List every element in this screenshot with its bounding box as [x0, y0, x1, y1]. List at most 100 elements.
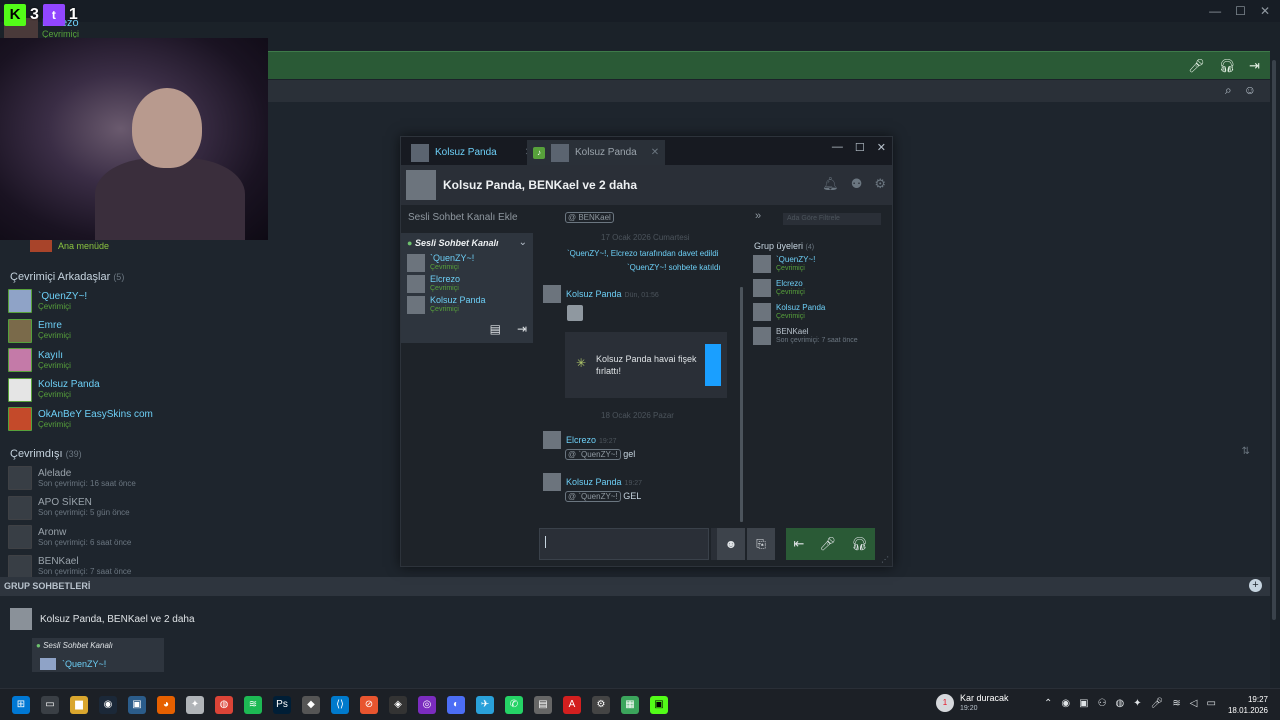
friend-item[interactable]: OkAnBeY EasySkins com Çevrimiçi	[8, 405, 153, 433]
attachment-icon[interactable]: ⎘	[747, 528, 775, 560]
add-friend-icon[interactable]: ☺	[1244, 83, 1256, 98]
mention-tag[interactable]: @ `QuenZY~!	[565, 491, 621, 502]
friends-scrollbar[interactable]	[1272, 60, 1276, 620]
kick-app-icon[interactable]: ▣	[650, 696, 668, 714]
steam-tray-icon[interactable]: ◉	[1061, 698, 1070, 709]
app-tray-icon[interactable]: ▣	[1079, 698, 1088, 709]
leave-voice-icon[interactable]: ⇤	[794, 536, 805, 552]
chevron-down-icon[interactable]: ⌄	[519, 237, 527, 248]
minimize-icon[interactable]: —	[1209, 4, 1221, 18]
app-tray-icon[interactable]: ✦	[1133, 698, 1141, 709]
chat-tab-1[interactable]: Kolsuz Panda ✕	[405, 140, 539, 165]
app-icon[interactable]: ▣	[128, 696, 146, 714]
app-icon[interactable]: ◆	[302, 696, 320, 714]
microphone-icon[interactable]: 🎤︎	[819, 536, 836, 552]
voice-member[interactable]: Elcrezo Çevrimiçi	[407, 274, 460, 293]
task-view-icon[interactable]: ▭	[41, 696, 59, 714]
friend-item[interactable]: Alelade Son çevrimiçi: 16 saat önce	[8, 464, 136, 492]
wifi-icon[interactable]: ≋	[1172, 698, 1180, 709]
chat-tab-2[interactable]: ♪ Kolsuz Panda ✕	[527, 140, 666, 165]
collapse-icon[interactable]: »	[755, 210, 761, 222]
app-tray-icon[interactable]: ◍	[1116, 698, 1125, 709]
leave-voice-icon[interactable]: ⇥	[517, 322, 527, 336]
mention-tag[interactable]: @ BENKael	[565, 212, 614, 223]
maximize-icon[interactable]: ☐	[1235, 4, 1246, 18]
message-author[interactable]: Kolsuz Panda 19:27	[566, 477, 642, 487]
group-member[interactable]: Kolsuz Panda Çevrimiçi	[753, 303, 825, 321]
gear-icon[interactable]: ⚙	[874, 176, 886, 192]
friend-item[interactable]: Aronw Son çevrimiçi: 6 saat önce	[8, 523, 131, 551]
file-explorer-icon[interactable]: ▆	[70, 696, 88, 714]
bell-icon[interactable]: 🔔︎	[822, 176, 839, 192]
windows-start-icon[interactable]: ⊞	[12, 696, 30, 714]
firefox-icon[interactable]: ◕	[157, 696, 175, 714]
avatar[interactable]	[543, 285, 561, 303]
group-chat-item[interactable]: Kolsuz Panda, BENKael ve 2 daha	[10, 608, 195, 630]
message-author[interactable]: Elcrezo 19:27	[566, 435, 617, 445]
vscode-icon[interactable]: ⟨⟩	[331, 696, 349, 714]
avatar[interactable]	[543, 473, 561, 491]
voice-member[interactable]: `QuenZY~! Çevrimiçi	[407, 253, 474, 272]
firework-button[interactable]	[705, 344, 721, 386]
friend-item[interactable]: Kolsuz Panda Çevrimiçi	[8, 376, 100, 404]
microphone-tray-icon[interactable]: 🎤︎	[1151, 698, 1164, 709]
voice-channel[interactable]: ● Sesli Sohbet Kanalı ⌄ `QuenZY~! Çevrimi…	[401, 233, 533, 343]
telegram-icon[interactable]: ✈	[476, 696, 494, 714]
member-filter-input[interactable]: Ada Göre Filtrele	[783, 213, 881, 225]
close-tab-icon[interactable]: ✕	[651, 147, 659, 158]
headphones-icon[interactable]: 🎧︎	[1219, 58, 1236, 74]
epic-games-icon[interactable]: ◈	[389, 696, 407, 714]
add-voice-channel-button[interactable]: Sesli Sohbet Kanalı Ekle	[408, 212, 518, 223]
friend-item[interactable]: Emre Çevrimiçi	[8, 317, 71, 345]
resize-handle-icon[interactable]: ⋰	[881, 555, 889, 564]
online-friends-header[interactable]: Çevrimiçi Arkadaşlar (5)	[10, 271, 124, 283]
spotify-icon[interactable]: ≋	[244, 696, 262, 714]
chrome-icon[interactable]: ◍	[215, 696, 233, 714]
avatar[interactable]	[543, 431, 561, 449]
headphones-icon[interactable]: 🎧︎	[851, 536, 868, 552]
add-group-icon[interactable]: +	[1249, 579, 1262, 592]
sort-icon[interactable]: ⇅	[1242, 446, 1250, 457]
emoticon-icon[interactable]: ☻	[717, 528, 745, 560]
chevron-up-icon[interactable]: ⌃	[1044, 698, 1052, 709]
group-voice-member[interactable]: `QuenZY~!	[40, 658, 106, 670]
clock[interactable]: 19:27 18.01.2026	[1228, 694, 1268, 716]
group-member[interactable]: Elcrezo Çevrimiçi	[753, 279, 805, 297]
voice-member[interactable]: Kolsuz Panda Çevrimiçi	[407, 295, 486, 314]
photoshop-icon[interactable]: Ps	[273, 696, 291, 714]
weather-widget[interactable]: 1 Kar duracak 19:20	[936, 693, 1009, 713]
friend-item[interactable]: APO SİKEN Son çevrimiçi: 5 gün önce	[8, 494, 130, 522]
steam-icon[interactable]: ◉	[99, 696, 117, 714]
chat-scrollbar[interactable]	[740, 287, 743, 522]
mention-tag[interactable]: @ `QuenZY~!	[565, 449, 621, 460]
group-voice-channel[interactable]: ● Sesli Sohbet Kanalı `QuenZY~!	[32, 638, 164, 672]
leave-voice-icon[interactable]: ⇥	[1249, 58, 1260, 74]
maximize-icon[interactable]: ☐	[855, 141, 865, 154]
friend-item[interactable]: Kayılı Çevrimiçi	[8, 346, 71, 374]
acrobat-icon[interactable]: A	[563, 696, 581, 714]
app-tray-icon[interactable]: ⚇	[1098, 698, 1107, 709]
group-member[interactable]: BENKael Son çevrimiçi: 7 saat önce	[753, 327, 858, 345]
app-icon[interactable]: ✦	[186, 696, 204, 714]
volume-icon[interactable]: ◁	[1190, 698, 1198, 709]
whatsapp-icon[interactable]: ✆	[505, 696, 523, 714]
app-icon[interactable]: ▦	[621, 696, 639, 714]
app-icon[interactable]: ⊘	[360, 696, 378, 714]
group-chats-header[interactable]: GRUP SOHBETLERİ +	[0, 577, 1270, 596]
search-icon[interactable]: ⌕	[1225, 83, 1232, 98]
microphone-icon[interactable]: 🎤︎	[1188, 58, 1205, 74]
offline-friends-header[interactable]: Çevrimdışı (39)	[10, 448, 82, 460]
obs-icon[interactable]: ◎	[418, 696, 436, 714]
message-input[interactable]	[539, 528, 709, 560]
app-icon[interactable]: ⚙	[592, 696, 610, 714]
close-icon[interactable]: ✕	[877, 141, 886, 154]
close-icon[interactable]: ✕	[1260, 4, 1270, 18]
group-member[interactable]: `QuenZY~! Çevrimiçi	[753, 255, 815, 273]
message-author[interactable]: Kolsuz Panda Dün, 01:56	[566, 289, 659, 299]
voice-settings-icon[interactable]: ▤	[490, 322, 501, 336]
minimize-icon[interactable]: —	[832, 141, 843, 154]
friend-item[interactable]: `QuenZY~! Çevrimiçi	[8, 287, 87, 315]
app-icon[interactable]: ▤	[534, 696, 552, 714]
battery-icon[interactable]: ▭	[1206, 698, 1215, 709]
add-member-icon[interactable]: ⚉	[851, 176, 863, 192]
